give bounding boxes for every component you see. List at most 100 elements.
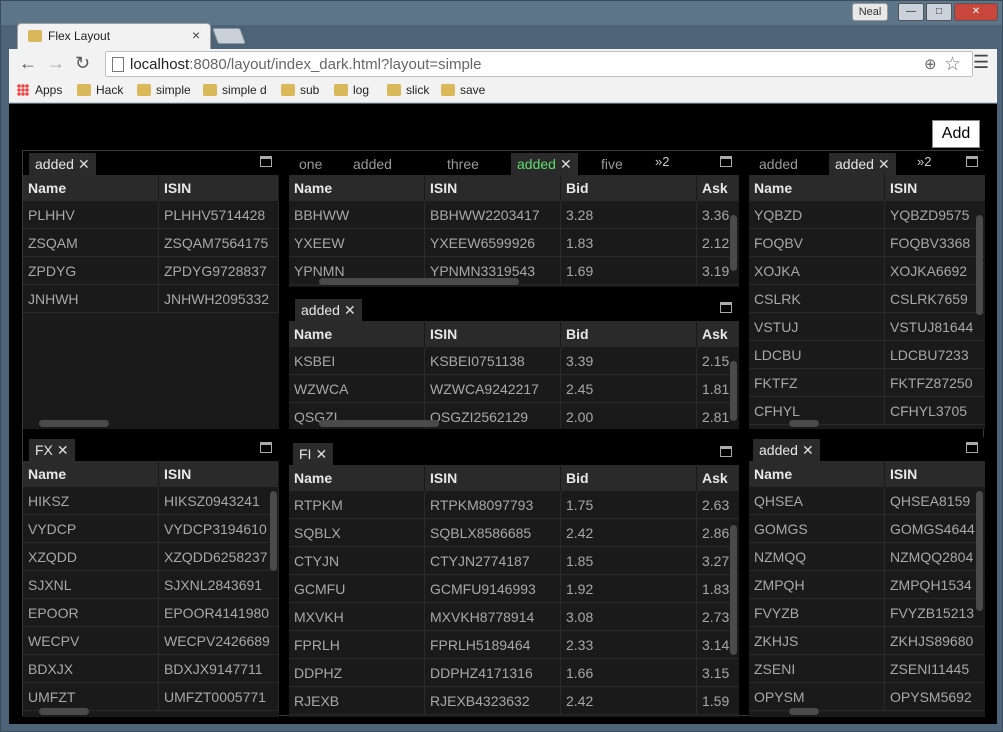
maximize-button[interactable]: □: [926, 3, 952, 21]
bookmark-simple-d[interactable]: simple d: [203, 83, 267, 97]
zoom-icon[interactable]: ⊕: [924, 55, 937, 73]
horizontal-scrollbar[interactable]: [789, 708, 819, 715]
tab-five[interactable]: five: [595, 153, 629, 175]
column-header-bid[interactable]: Bid: [561, 465, 697, 491]
tab-added[interactable]: added ✕: [29, 153, 96, 175]
column-header-isin[interactable]: ISIN: [425, 465, 561, 491]
column-header-name[interactable]: Name: [749, 175, 885, 201]
back-icon[interactable]: ←: [19, 53, 37, 73]
star-icon[interactable]: ☆: [944, 53, 961, 76]
table-row[interactable]: FPRLH FPRLH5189464 2.33 3.14: [289, 631, 739, 659]
close-icon[interactable]: ✕: [802, 442, 814, 458]
table-row[interactable]: PLHHV PLHHV5714428: [23, 201, 279, 229]
tab-added[interactable]: added ✕: [753, 439, 820, 461]
maximize-icon[interactable]: [966, 442, 978, 453]
table-row[interactable]: ZPDYG ZPDYG9728837: [23, 257, 279, 285]
table-row[interactable]: WZWCA WZWCA9242217 2.45 1.81: [289, 375, 739, 403]
column-header-ask[interactable]: Ask: [697, 465, 739, 491]
vertical-scrollbar[interactable]: [730, 215, 737, 271]
table-row[interactable]: YQBZD YQBZD9575: [749, 201, 985, 229]
vertical-scrollbar[interactable]: [976, 491, 983, 611]
minimize-button[interactable]: —: [898, 3, 924, 21]
table-row[interactable]: FKTFZ FKTFZ87250: [749, 369, 985, 397]
table-row[interactable]: OPYSM OPYSM5692: [749, 683, 985, 711]
close-icon[interactable]: ✕: [78, 156, 90, 172]
bookmark-hack[interactable]: Hack: [77, 83, 123, 97]
tab-FI[interactable]: FI ✕: [293, 443, 334, 465]
table-row[interactable]: FOQBV FOQBV3368: [749, 229, 985, 257]
table-row[interactable]: CTYJN CTYJN2774187 1.85 3.27: [289, 547, 739, 575]
column-header-name[interactable]: Name: [749, 461, 885, 487]
forward-icon[interactable]: →: [47, 53, 65, 73]
table-row[interactable]: VSTUJ VSTUJ81644: [749, 313, 985, 341]
vertical-scrollbar[interactable]: [976, 215, 983, 315]
vertical-scrollbar[interactable]: [730, 525, 737, 655]
browser-tab[interactable]: Flex Layout ×: [17, 23, 211, 49]
table-row[interactable]: ZSENI ZSENI11445: [749, 655, 985, 683]
column-header-isin[interactable]: ISIN: [885, 461, 985, 487]
close-icon[interactable]: ✕: [344, 302, 356, 318]
close-icon[interactable]: ✕: [878, 156, 890, 172]
column-header-ask[interactable]: Ask: [697, 321, 739, 347]
maximize-icon[interactable]: [260, 442, 272, 453]
table-row[interactable]: YXEEW YXEEW6599926 1.83 2.12: [289, 229, 739, 257]
table-row[interactable]: FVYZB FVYZB15213: [749, 599, 985, 627]
column-header-bid[interactable]: Bid: [561, 175, 697, 201]
close-window-button[interactable]: ✕: [954, 3, 998, 21]
horizontal-scrollbar[interactable]: [319, 420, 439, 427]
table-row[interactable]: XOJKA XOJKA6692: [749, 257, 985, 285]
bookmark-simple[interactable]: simple: [137, 83, 191, 97]
maximize-icon[interactable]: [260, 156, 272, 167]
table-row[interactable]: EPOOR EPOOR4141980: [23, 599, 279, 627]
new-tab-button[interactable]: [212, 28, 246, 44]
tab-overflow-button[interactable]: »2: [655, 154, 669, 169]
horizontal-scrollbar[interactable]: [789, 420, 819, 427]
table-row[interactable]: VYDCP VYDCP3194610: [23, 515, 279, 543]
table-row[interactable]: MXVKH MXVKH8778914 3.08 2.73: [289, 603, 739, 631]
table-row[interactable]: CSLRK CSLRK7659: [749, 285, 985, 313]
table-row[interactable]: WECPV WECPV2426689: [23, 627, 279, 655]
column-header-bid[interactable]: Bid: [561, 321, 697, 347]
table-row[interactable]: SQBLX SQBLX8586685 2.42 2.86: [289, 519, 739, 547]
column-header-isin[interactable]: ISIN: [159, 461, 279, 487]
column-header-name[interactable]: Name: [23, 175, 159, 201]
column-header-name[interactable]: Name: [289, 465, 425, 491]
tab-one[interactable]: one: [293, 153, 328, 175]
table-row[interactable]: JNHWH JNHWH2095332: [23, 285, 279, 313]
table-row[interactable]: ZMPQH ZMPQH1534: [749, 571, 985, 599]
tab-added[interactable]: added ✕: [511, 153, 578, 175]
tab-three[interactable]: three: [441, 153, 485, 175]
table-row[interactable]: QHSEA QHSEA8159: [749, 487, 985, 515]
bookmark-log[interactable]: log: [334, 83, 369, 97]
table-row[interactable]: KSBEI KSBEI0751138 3.39 2.15: [289, 347, 739, 375]
maximize-icon[interactable]: [720, 446, 732, 457]
reload-icon[interactable]: ↻: [75, 53, 90, 73]
column-header-ask[interactable]: Ask: [697, 175, 739, 201]
column-header-name[interactable]: Name: [289, 321, 425, 347]
bookmark-slick[interactable]: slick: [387, 83, 429, 97]
table-row[interactable]: NZMQQ NZMQQ2804: [749, 543, 985, 571]
vertical-scrollbar[interactable]: [270, 491, 277, 571]
bookmark-apps[interactable]: Apps: [17, 83, 62, 97]
table-row[interactable]: XZQDD XZQDD6258237: [23, 543, 279, 571]
table-row[interactable]: BBHWW BBHWW2203417 3.28 3.36: [289, 201, 739, 229]
column-header-isin[interactable]: ISIN: [425, 175, 561, 201]
table-row[interactable]: GOMGS GOMGS4644: [749, 515, 985, 543]
column-header-name[interactable]: Name: [289, 175, 425, 201]
maximize-icon[interactable]: [720, 156, 732, 167]
column-header-isin[interactable]: ISIN: [159, 175, 279, 201]
tab-added[interactable]: added: [347, 153, 398, 175]
tab-added[interactable]: added: [753, 153, 804, 175]
tab-FX[interactable]: FX ✕: [29, 439, 75, 461]
add-button[interactable]: Add: [932, 120, 980, 148]
bookmark-save[interactable]: save: [441, 83, 485, 97]
close-icon[interactable]: ✕: [315, 446, 327, 462]
url-text[interactable]: localhost:8080/layout/index_dark.html?la…: [130, 56, 481, 73]
table-row[interactable]: SJXNL SJXNL2843691: [23, 571, 279, 599]
table-row[interactable]: DDPHZ DDPHZ4171316 1.66 3.15: [289, 659, 739, 687]
table-row[interactable]: HIKSZ HIKSZ0943241: [23, 487, 279, 515]
table-row[interactable]: LDCBU LDCBU7233: [749, 341, 985, 369]
table-row[interactable]: ZKHJS ZKHJS89680: [749, 627, 985, 655]
horizontal-scrollbar[interactable]: [39, 420, 109, 427]
horizontal-scrollbar[interactable]: [39, 708, 89, 715]
